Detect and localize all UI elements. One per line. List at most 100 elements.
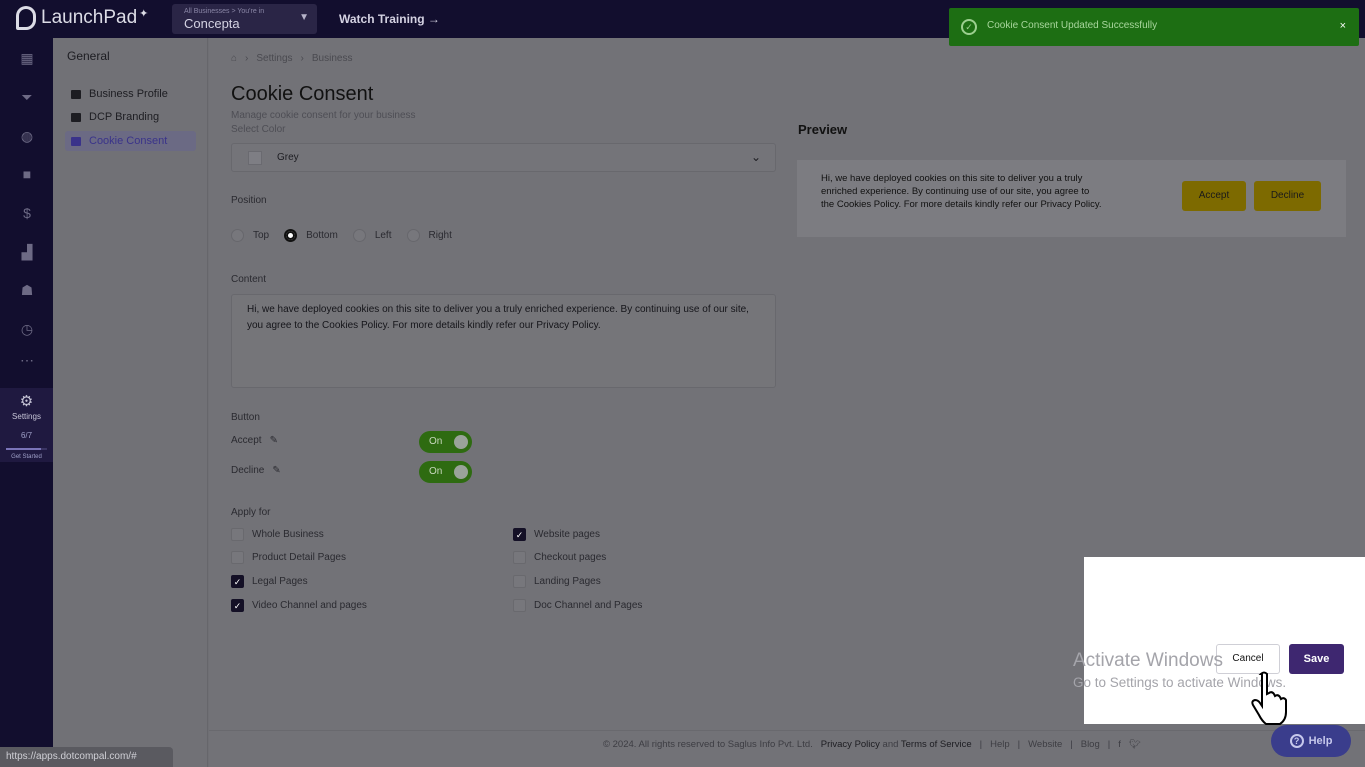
get-started-progress-text: 6/7 <box>20 431 33 440</box>
analytics-icon[interactable]: ▟ <box>17 242 37 262</box>
checkbox-checkout-pages[interactable]: Checkout pages <box>513 551 606 564</box>
settings-subnav: General Business Profile DCP Branding Co… <box>53 38 208 767</box>
select-color-label: Select Color <box>231 124 286 135</box>
terms-link[interactable]: Terms of Service <box>901 739 972 750</box>
checkbox-box[interactable]: ✓ <box>231 575 244 588</box>
footer-blog-link[interactable]: Blog <box>1081 739 1100 750</box>
privacy-policy-link[interactable]: Privacy Policy <box>821 739 880 750</box>
position-radio-left[interactable]: Left <box>352 229 392 242</box>
home-icon[interactable]: ⌂ <box>231 53 237 64</box>
decline-toggle[interactable]: On <box>419 461 472 483</box>
subnav-item-dcp-branding[interactable]: DCP Branding <box>65 107 196 127</box>
subnav-item-label: Cookie Consent <box>89 135 168 147</box>
footer-separator: | <box>979 739 983 750</box>
question-icon: ? <box>1289 734 1304 748</box>
twitter-icon[interactable]: 🐦︎ <box>1129 739 1141 750</box>
rail-item-settings[interactable]: ⚙ Settings 6/7 Get Started <box>0 388 53 462</box>
copyright-text: © 2024. All rights reserved to Saglus In… <box>603 739 813 750</box>
launchpad-logo-icon <box>16 6 36 30</box>
checkbox-landing-pages[interactable]: Landing Pages <box>513 575 601 588</box>
toggle-state: On <box>429 466 443 477</box>
content-textarea[interactable]: Hi, we have deployed cookies on this sit… <box>231 294 776 388</box>
app-name: LaunchPad <box>41 7 138 28</box>
breadcrumb-business[interactable]: Business <box>312 53 353 64</box>
checkbox-box[interactable] <box>231 551 244 564</box>
close-icon[interactable]: × <box>1340 20 1346 32</box>
footer-separator: | <box>1017 739 1021 750</box>
footer-help-link[interactable]: Help <box>990 739 1010 750</box>
checkbox-box[interactable] <box>513 599 526 612</box>
footer-separator: | <box>1107 739 1111 750</box>
subnav-item-label: DCP Branding <box>89 111 160 123</box>
preview-title: Preview <box>798 122 848 137</box>
subnav-item-business-profile[interactable]: Business Profile <box>65 84 196 104</box>
footer: © 2024. All rights reserved to Saglus In… <box>209 730 1365 767</box>
get-started-label[interactable]: Get Started <box>0 454 53 460</box>
clock-icon[interactable]: ◷ <box>17 319 37 339</box>
check-circle-icon: ✓ <box>961 19 977 35</box>
funnel-icon[interactable]: ⏷ <box>17 87 37 107</box>
business-switcher-caption: All Businesses > You're in <box>184 8 265 15</box>
video-icon[interactable]: ■ <box>17 164 37 184</box>
help-button[interactable]: ? Help <box>1271 725 1351 757</box>
pencil-icon[interactable]: ✎ <box>272 465 280 476</box>
checkbox-doc-channel[interactable]: Doc Channel and Pages <box>513 599 642 612</box>
info-icon <box>454 435 468 449</box>
app-logo[interactable]: LaunchPad ✦ <box>16 6 148 30</box>
gear-icon: ⚙ <box>19 393 34 410</box>
breadcrumb-settings[interactable]: Settings <box>256 53 292 64</box>
settings-label: Settings <box>12 412 41 421</box>
checkbox-box[interactable] <box>231 528 244 541</box>
checkbox-whole-business[interactable]: Whole Business <box>231 528 324 541</box>
footer-website-link[interactable]: Website <box>1028 739 1062 750</box>
watch-training-link[interactable]: Watch Training → <box>339 12 440 26</box>
color-swatch <box>248 151 262 165</box>
help-label: Help <box>1308 735 1333 747</box>
preview-text: Hi, we have deployed cookies on this sit… <box>821 173 1102 210</box>
decline-button-row: Decline ✎ <box>231 465 281 476</box>
dollar-icon[interactable]: $ <box>17 203 37 223</box>
checkbox-video-channel[interactable]: ✓ Video Channel and pages <box>231 599 367 612</box>
subnav-item-cookie-consent[interactable]: Cookie Consent <box>65 131 196 151</box>
position-radio-top[interactable]: Top <box>231 229 269 242</box>
success-toast: ✓ Cookie Consent Updated Successfully × <box>949 8 1359 46</box>
decline-label: Decline <box>231 465 265 476</box>
chevron-right-icon: › <box>300 53 304 64</box>
status-url: https://apps.dotcompal.com/# <box>0 747 173 767</box>
sparkle-icon: ✦ <box>139 7 149 20</box>
chevron-down-icon: ▼ <box>299 12 309 23</box>
checkbox-box[interactable]: ✓ <box>513 528 526 541</box>
branding-icon <box>71 112 81 122</box>
accept-toggle[interactable]: On <box>419 431 472 453</box>
position-label: Position <box>231 195 267 206</box>
checkbox-legal-pages[interactable]: ✓ Legal Pages <box>231 575 308 588</box>
content-label: Content <box>231 274 267 285</box>
facebook-icon[interactable]: f <box>1118 739 1121 750</box>
toast-message: Cookie Consent Updated Successfully <box>987 20 1158 31</box>
watermark-line-1: Activate Windows <box>1073 650 1223 671</box>
more-icon[interactable]: ⋯ <box>17 350 37 370</box>
checkbox-box[interactable] <box>513 575 526 588</box>
button-section-label: Button <box>231 412 260 423</box>
position-radio-right[interactable]: Right <box>406 229 452 242</box>
business-card-icon <box>71 89 81 99</box>
color-select[interactable]: Grey ⌄ <box>231 143 776 172</box>
pencil-icon[interactable]: ✎ <box>270 435 278 446</box>
checkbox-box[interactable]: ✓ <box>231 599 244 612</box>
subnav-heading: General <box>67 49 110 63</box>
preview-decline-button[interactable]: Decline <box>1254 181 1321 211</box>
save-button[interactable]: Save <box>1289 644 1344 674</box>
contacts-icon[interactable]: ☗ <box>17 280 37 300</box>
checkbox-product-detail-pages[interactable]: Product Detail Pages <box>231 551 346 564</box>
hand-cursor-icon <box>1251 671 1287 725</box>
checkbox-box[interactable] <box>513 551 526 564</box>
dashboard-icon[interactable]: ▦ <box>17 48 37 68</box>
page-title: Cookie Consent <box>231 83 374 105</box>
position-radio-bottom[interactable]: Bottom <box>284 229 338 242</box>
preview-accept-button[interactable]: Accept <box>1182 181 1246 211</box>
business-switcher[interactable]: All Businesses > You're in Concepta ▼ <box>172 4 317 34</box>
page-subtitle: Manage cookie consent for your business <box>231 110 416 121</box>
checkbox-website-pages[interactable]: ✓ Website pages <box>513 528 600 541</box>
globe-icon[interactable]: ◍ <box>17 126 37 146</box>
cookie-icon <box>71 136 81 146</box>
